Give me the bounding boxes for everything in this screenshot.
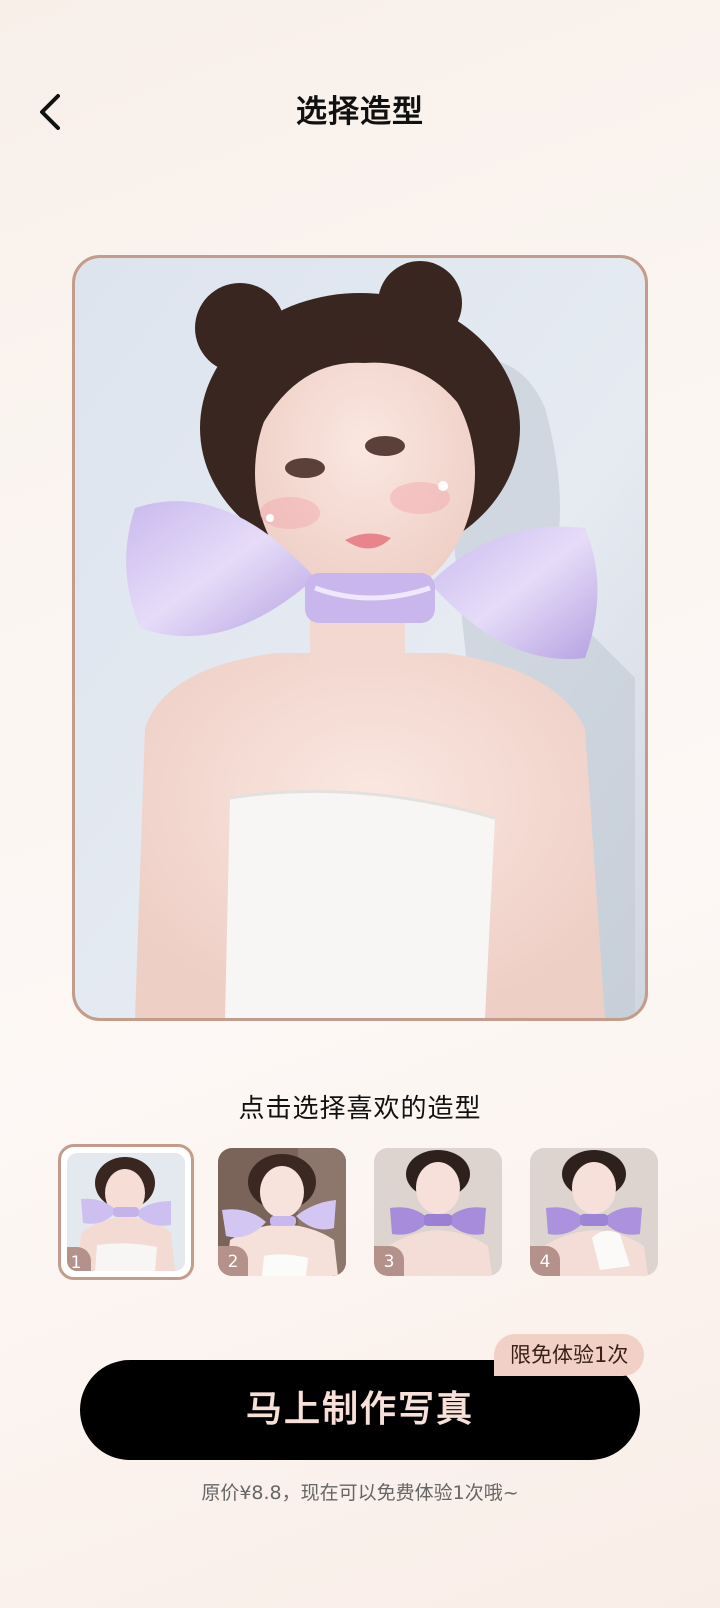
- style-thumbnail-2[interactable]: 2: [218, 1148, 346, 1276]
- style-thumbnail-1[interactable]: 1: [58, 1144, 194, 1280]
- thumbnail-photo: 1: [67, 1153, 185, 1271]
- free-trial-badge: 限免体验1次: [494, 1334, 645, 1376]
- thumbnail-photo: 2: [218, 1148, 346, 1276]
- select-style-hint: 点击选择喜欢的造型: [238, 1094, 482, 1124]
- thumbnail-number-badge: 4: [530, 1246, 560, 1276]
- price-note: 原价¥8.8，现在可以免费体验1次哦~: [201, 1482, 519, 1504]
- thumbnail-number-badge: 3: [374, 1246, 404, 1276]
- style-thumbnail-4[interactable]: 4: [530, 1148, 658, 1276]
- preview-photo: [75, 258, 645, 1018]
- preview-image-frame: [72, 255, 648, 1021]
- thumbnail-number-badge: 2: [218, 1246, 248, 1276]
- style-thumbnail-3[interactable]: 3: [374, 1148, 502, 1276]
- thumbnail-photo: 3: [374, 1148, 502, 1276]
- thumbnail-photo: 4: [530, 1148, 658, 1276]
- page-title: 选择造型: [296, 94, 424, 130]
